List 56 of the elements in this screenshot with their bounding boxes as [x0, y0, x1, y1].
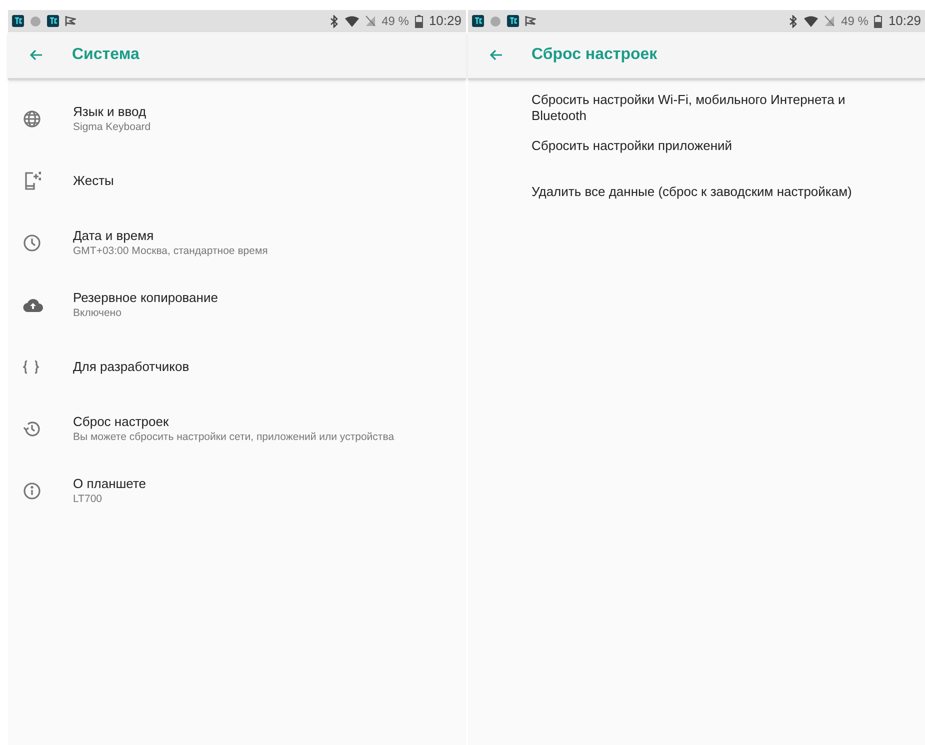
item-title: Сбросить настройки приложений: [532, 138, 732, 154]
settings-item[interactable]: Язык и ввод Sigma Keyboard: [8, 88, 466, 150]
item-title: Язык и ввод: [73, 104, 148, 120]
item-subtitle: Вы можете сбросить настройки сети, приложений или устройства: [73, 430, 394, 444]
item-subtitle: Включено: [73, 306, 122, 320]
item-title: Сброс настроек: [73, 414, 170, 430]
flag-icon: [65, 15, 76, 27]
settings-item[interactable]: Удалить все данные (сброс к заводским настройкам): [468, 180, 925, 226]
bluetooth-icon: [789, 14, 798, 28]
item-subtitle: Sigma Keyboard: [73, 120, 151, 134]
back-arrow-icon: [29, 49, 43, 61]
history-icon: [23, 420, 41, 438]
battery-percent: 49 %: [841, 13, 868, 30]
circle-icon: [30, 16, 41, 26]
item-title: О планшете: [73, 476, 146, 492]
phone-sparkle-icon: [23, 171, 41, 191]
app-icon: [472, 15, 484, 27]
braces-icon: [23, 360, 39, 374]
clock-time: 10:29: [428, 12, 462, 30]
app-icon: [506, 15, 518, 27]
wifi-icon: [344, 16, 359, 26]
screen-title: Сброс настроек: [532, 45, 658, 65]
item-title: Резервное копирование: [73, 290, 218, 306]
settings-item[interactable]: О планшете LT700: [8, 460, 466, 522]
settings-item[interactable]: Дата и время GMT+03:00 Москва, стандартное время: [8, 212, 466, 274]
battery-icon: [414, 14, 423, 28]
cloud-upload-icon: [23, 298, 43, 312]
item-subtitle: GMT+03:00 Москва, стандартное время: [73, 244, 268, 258]
settings-item[interactable]: Для разработчиков: [8, 336, 466, 398]
no-sim-icon: [364, 15, 376, 27]
item-subtitle: LT700: [73, 492, 103, 506]
settings-item[interactable]: Сбросить настройки Wi-Fi, мобильного Интернета и Bluetooth: [468, 88, 925, 134]
item-title: Дата и время: [73, 228, 155, 244]
wifi-icon: [804, 16, 818, 26]
battery-percent: 49 %: [382, 13, 409, 30]
settings-item[interactable]: Сбросить настройки приложений: [468, 134, 925, 180]
globe-icon: [23, 110, 41, 128]
battery-icon: [874, 14, 882, 28]
bluetooth-icon: [330, 14, 339, 28]
settings-item[interactable]: Резервное копирование Включено: [8, 274, 466, 336]
item-title: Для разработчиков: [73, 359, 190, 375]
app-icon: [12, 15, 24, 27]
no-sim-icon: [824, 15, 836, 27]
back-arrow-icon: [488, 49, 502, 61]
app-icon: [47, 15, 59, 27]
item-title: Удалить все данные (сброс к заводским настройкам): [532, 184, 852, 200]
item-title: Сбросить настройки Wi-Fi, мобильного Интернета и Bluetooth: [532, 92, 846, 124]
settings-item[interactable]: Жесты: [8, 150, 466, 212]
clock-icon: [23, 234, 41, 252]
flag-icon: [524, 15, 536, 27]
clock-time: 10:29: [888, 12, 921, 30]
circle-icon: [490, 16, 500, 26]
info-icon: [23, 482, 41, 500]
settings-item[interactable]: Сброс настроек Вы можете сбросить настройки сети, приложений или устройства: [8, 398, 466, 460]
screen-title: Система: [72, 45, 140, 65]
item-title: Жесты: [73, 173, 114, 189]
